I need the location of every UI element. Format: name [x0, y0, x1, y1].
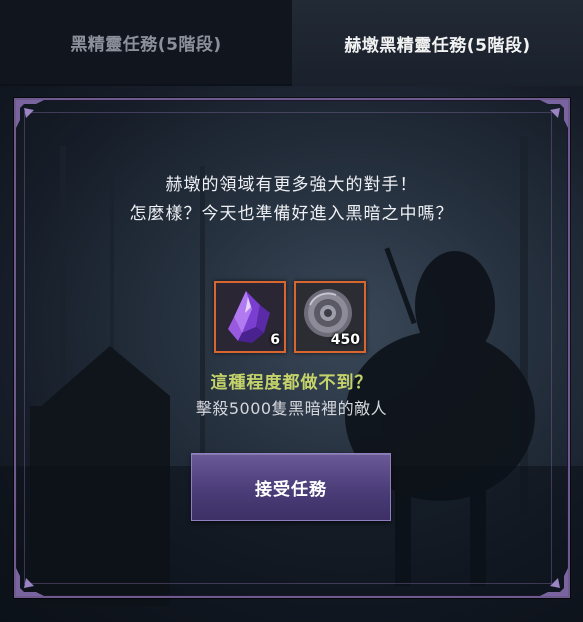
quest-title: 這種程度都做不到？	[210, 373, 373, 393]
corner-ornament-top-left	[16, 100, 44, 128]
tab-dark-elf-quest[interactable]: 黑精靈任務(5階段)	[0, 0, 292, 84]
dialog-line-1: 赫墩的領域有更多強大的對手！	[165, 175, 418, 195]
tab-heidel-dark-elf-quest[interactable]: 赫墩黑精靈任務(5階段)	[292, 0, 583, 86]
quest-description: 擊殺5000隻黑暗裡的敵人	[195, 399, 388, 418]
reward-item-crystal[interactable]: 6	[214, 281, 286, 353]
reward-quantity: 450	[330, 332, 360, 348]
reward-quantity: 6	[270, 332, 280, 348]
dialog-line-2: 怎麼樣？今天也準備好進入黑暗之中嗎？	[129, 204, 454, 224]
corner-ornament-bottom-right	[540, 568, 568, 596]
corner-ornament-top-right	[540, 100, 568, 128]
reward-item-coin[interactable]: 450	[294, 281, 366, 353]
corner-ornament-bottom-left	[16, 568, 44, 596]
tab-bar: 黑精靈任務(5階段) 赫墩黑精靈任務(5階段)	[0, 0, 583, 86]
accept-quest-button[interactable]: 接受任務	[191, 453, 391, 521]
